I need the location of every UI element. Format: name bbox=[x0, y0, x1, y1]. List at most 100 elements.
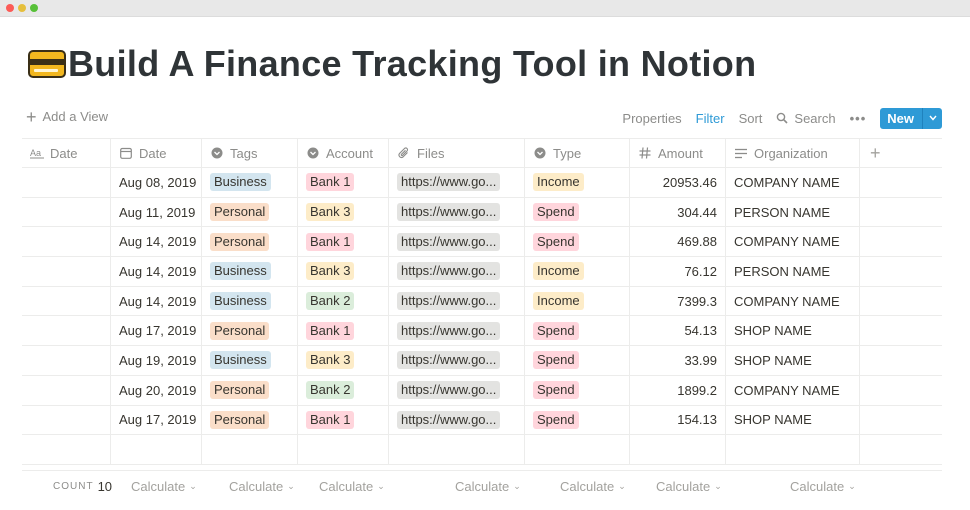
page-title[interactable]: Build A Finance Tracking Tool in Notion bbox=[68, 43, 756, 85]
title-cell[interactable] bbox=[22, 257, 111, 286]
tags-cell[interactable]: Business bbox=[202, 286, 298, 316]
account-cell[interactable]: Bank 3 bbox=[298, 257, 389, 286]
calculate-amount[interactable]: Calculate ⌄ bbox=[656, 479, 722, 494]
empty-cell[interactable] bbox=[202, 435, 298, 464]
organization-cell[interactable]: COMPANY NAME bbox=[726, 227, 860, 257]
title-cell[interactable] bbox=[22, 405, 111, 435]
empty-cell[interactable] bbox=[525, 435, 630, 464]
close-window-button[interactable] bbox=[6, 4, 14, 12]
files-cell[interactable]: https://www.go... bbox=[389, 168, 525, 197]
account-cell[interactable]: Bank 2 bbox=[298, 375, 389, 405]
type-cell[interactable]: Income bbox=[525, 168, 630, 197]
calculate-type[interactable]: Calculate ⌄ bbox=[560, 479, 626, 494]
maximize-window-button[interactable] bbox=[30, 4, 38, 12]
date-cell[interactable]: Aug 17, 2019 bbox=[111, 405, 202, 435]
account-cell[interactable]: Bank 1 bbox=[298, 227, 389, 257]
table-row[interactable]: Aug 17, 2019 Personal Bank 1 https://www.go… bbox=[22, 316, 942, 347]
amount-cell[interactable]: 76.12 bbox=[630, 257, 726, 286]
table-row[interactable]: Aug 14, 2019 Business Bank 2 https://www.go… bbox=[22, 286, 942, 317]
table-row-empty[interactable] bbox=[22, 435, 942, 465]
amount-cell[interactable]: 1899.2 bbox=[630, 375, 726, 405]
account-cell[interactable]: Bank 1 bbox=[298, 316, 389, 346]
amount-cell[interactable]: 154.13 bbox=[630, 405, 726, 435]
file-link[interactable]: https://www.go... bbox=[397, 232, 501, 251]
date-cell[interactable]: Aug 17, 2019 bbox=[111, 316, 202, 346]
organization-cell[interactable]: COMPANY NAME bbox=[726, 286, 860, 316]
account-cell[interactable]: Bank 3 bbox=[298, 197, 389, 227]
type-cell[interactable]: Spend bbox=[525, 197, 630, 227]
title-cell[interactable] bbox=[22, 168, 111, 197]
file-link[interactable]: https://www.go... bbox=[397, 173, 501, 192]
sort-button[interactable]: Sort bbox=[739, 111, 763, 126]
title-cell[interactable] bbox=[22, 197, 111, 227]
tags-cell[interactable]: Business bbox=[202, 257, 298, 286]
account-cell[interactable]: Bank 2 bbox=[298, 286, 389, 316]
table-row[interactable]: Aug 08, 2019 Business Bank 1 https://www.go… bbox=[22, 168, 942, 198]
date-cell[interactable]: Aug 14, 2019 bbox=[111, 257, 202, 286]
file-link[interactable]: https://www.go... bbox=[397, 203, 501, 222]
organization-cell[interactable]: PERSON NAME bbox=[726, 257, 860, 286]
tags-cell[interactable]: Personal bbox=[202, 375, 298, 405]
organization-cell[interactable]: SHOP NAME bbox=[726, 405, 860, 435]
table-row[interactable]: Aug 14, 2019 Personal Bank 1 https://www.go… bbox=[22, 227, 942, 258]
date-cell[interactable]: Aug 14, 2019 bbox=[111, 286, 202, 316]
files-cell[interactable]: https://www.go... bbox=[389, 316, 525, 346]
account-cell[interactable]: Bank 1 bbox=[298, 168, 389, 197]
title-cell[interactable] bbox=[22, 286, 111, 316]
type-cell[interactable]: Spend bbox=[525, 316, 630, 346]
empty-cell[interactable] bbox=[298, 435, 389, 464]
files-cell[interactable]: https://www.go... bbox=[389, 375, 525, 405]
column-header-date[interactable]: Date bbox=[111, 139, 202, 167]
file-link[interactable]: https://www.go... bbox=[397, 321, 501, 340]
tags-cell[interactable]: Personal bbox=[202, 316, 298, 346]
calculate-organization[interactable]: Calculate ⌄ bbox=[790, 479, 856, 494]
account-cell[interactable]: Bank 1 bbox=[298, 405, 389, 435]
title-cell[interactable] bbox=[22, 227, 111, 257]
column-header-date-title[interactable]: Aa Date bbox=[22, 139, 111, 167]
calculate-tags[interactable]: Calculate ⌄ bbox=[229, 479, 295, 494]
calculate-account[interactable]: Calculate ⌄ bbox=[319, 479, 385, 494]
empty-cell[interactable] bbox=[111, 435, 202, 464]
amount-cell[interactable]: 20953.46 bbox=[630, 168, 726, 197]
amount-cell[interactable]: 469.88 bbox=[630, 227, 726, 257]
table-row[interactable]: Aug 20, 2019 Personal Bank 2 https://www.go… bbox=[22, 375, 942, 406]
amount-cell[interactable]: 7399.3 bbox=[630, 286, 726, 316]
column-header-organization[interactable]: Organization bbox=[726, 139, 860, 167]
organization-cell[interactable]: SHOP NAME bbox=[726, 316, 860, 346]
tags-cell[interactable]: Personal bbox=[202, 197, 298, 227]
account-cell[interactable]: Bank 3 bbox=[298, 346, 389, 375]
amount-cell[interactable]: 304.44 bbox=[630, 197, 726, 227]
column-header-amount[interactable]: Amount bbox=[630, 139, 726, 167]
title-cell[interactable] bbox=[22, 375, 111, 405]
organization-cell[interactable]: PERSON NAME bbox=[726, 197, 860, 227]
file-link[interactable]: https://www.go... bbox=[397, 262, 501, 281]
chevron-down-icon[interactable] bbox=[922, 107, 942, 129]
file-link[interactable]: https://www.go... bbox=[397, 410, 501, 429]
files-cell[interactable]: https://www.go... bbox=[389, 257, 525, 286]
date-cell[interactable]: Aug 20, 2019 bbox=[111, 375, 202, 405]
files-cell[interactable]: https://www.go... bbox=[389, 286, 525, 316]
file-link[interactable]: https://www.go... bbox=[397, 292, 501, 311]
organization-cell[interactable]: COMPANY NAME bbox=[726, 168, 860, 197]
files-cell[interactable]: https://www.go... bbox=[389, 227, 525, 257]
tags-cell[interactable]: Personal bbox=[202, 405, 298, 435]
files-cell[interactable]: https://www.go... bbox=[389, 405, 525, 435]
search-button[interactable]: Search bbox=[776, 111, 836, 126]
file-link[interactable]: https://www.go... bbox=[397, 381, 501, 400]
date-cell[interactable]: Aug 11, 2019 bbox=[111, 197, 202, 227]
date-cell[interactable]: Aug 19, 2019 bbox=[111, 346, 202, 375]
organization-cell[interactable]: COMPANY NAME bbox=[726, 375, 860, 405]
type-cell[interactable]: Spend bbox=[525, 375, 630, 405]
more-options-button[interactable]: ••• bbox=[850, 111, 867, 126]
empty-cell[interactable] bbox=[22, 435, 111, 464]
date-cell[interactable]: Aug 08, 2019 bbox=[111, 168, 202, 197]
table-row[interactable]: Aug 19, 2019 Business Bank 3 https://www.go… bbox=[22, 346, 942, 376]
column-header-type[interactable]: Type bbox=[525, 139, 630, 167]
calculate-date[interactable]: Calculate ⌄ bbox=[131, 479, 197, 494]
organization-cell[interactable]: SHOP NAME bbox=[726, 346, 860, 375]
type-cell[interactable]: Income bbox=[525, 286, 630, 316]
type-cell[interactable]: Spend bbox=[525, 405, 630, 435]
tags-cell[interactable]: Business bbox=[202, 346, 298, 375]
amount-cell[interactable]: 54.13 bbox=[630, 316, 726, 346]
amount-cell[interactable]: 33.99 bbox=[630, 346, 726, 375]
